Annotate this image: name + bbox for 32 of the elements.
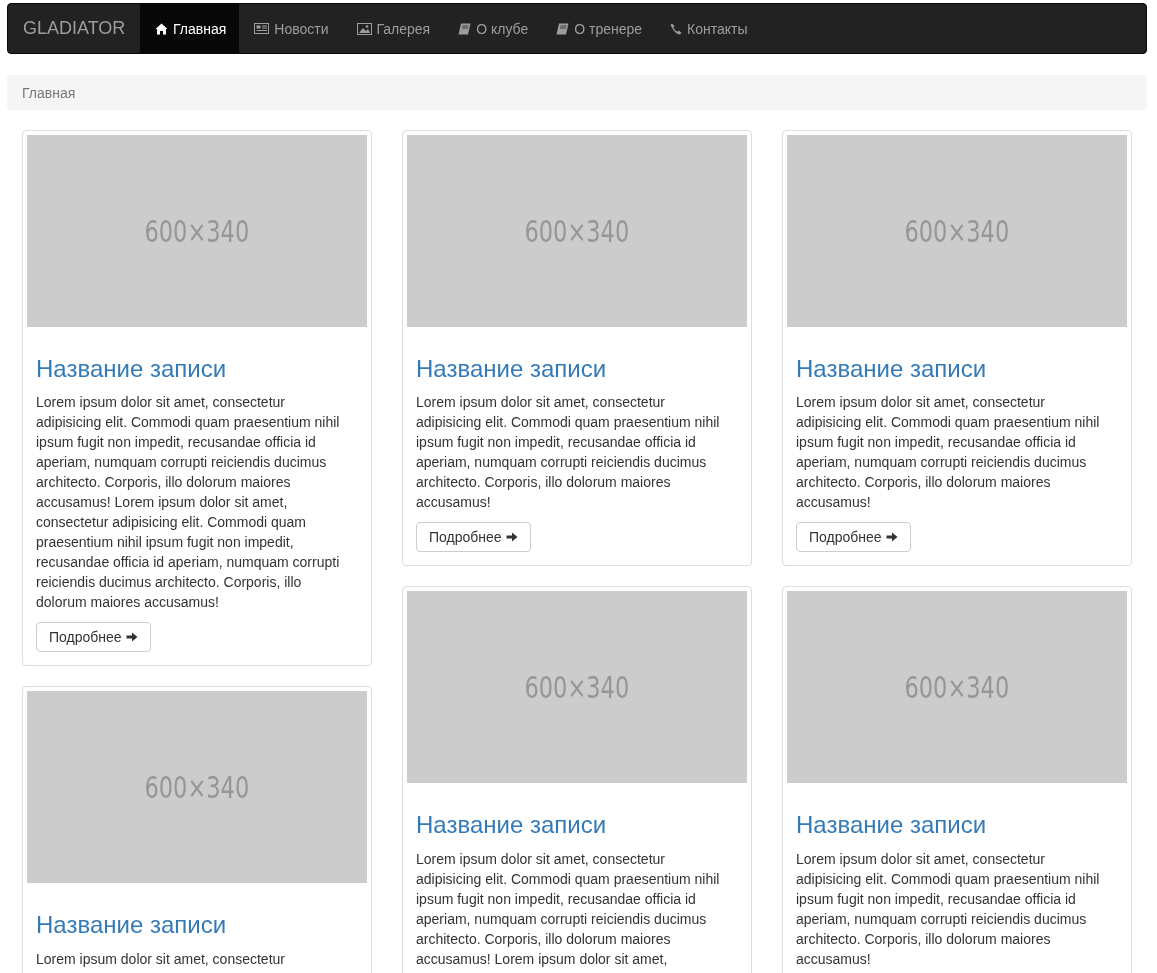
book-icon <box>458 22 472 35</box>
more-button[interactable]: Подробнее <box>36 622 151 653</box>
nav-link[interactable]: Новости <box>239 4 342 53</box>
post-title: Название записи <box>416 356 608 383</box>
post-text: Lorem ipsum dolor sit amet, consectetur adipisicing elit. Commodi quam praesentium nihil ipsum fugit non impedit, recusandae officia id aperiam, numquam corrupti reiciendis ducimus architecto. Corporis, illo dolorum maiores accusamus! <box>796 393 1101 513</box>
picture-icon <box>356 22 372 35</box>
arrow-right-icon <box>505 531 518 544</box>
nav-link[interactable]: О тренере <box>541 4 656 53</box>
post-title: Название записи <box>796 356 988 383</box>
nav-link[interactable]: О клубе <box>443 4 542 53</box>
post-title: Название записи <box>416 812 608 839</box>
more-button[interactable]: Подробнее <box>796 522 911 553</box>
breadcrumb-item: Главная <box>22 84 76 101</box>
nav-link[interactable]: Контакты <box>655 4 761 53</box>
phone-icon <box>670 22 683 35</box>
brand-link[interactable]: GLADIATOR <box>8 4 140 53</box>
more-button[interactable]: Подробнее <box>416 522 531 553</box>
post-text: Lorem ipsum dolor sit amet, consectetur adipisicing elit. Commodi quam praesentium nihil ipsum fugit non impedit, recusandae officia id aperiam, numquam corrupti reiciendis ducimus architecto. Corporis, illo dolorum maiores accusamus! Lorem ipsum dolor sit amet, consectetur adipisicing elit. Commodi quam praesentium nihil ipsum fugit non impedit, recusandae officia id aperiam, numquam corrupti reiciendis ducimus architecto. Corporis, illo dolorum maiores accusamus! <box>36 393 341 613</box>
post-text: Lorem ipsum dolor sit amet, consectetur adipisicing elit. Commodi quam praesentium nihil ipsum fugit non impedit, recusandae officia id aperiam, numquam corrupti reiciendis ducimus architecto. Corporis, illo dolorum maiores accusamus! Lorem ipsum dolor sit amet, <box>416 849 721 969</box>
home-icon <box>155 22 168 35</box>
post-text: Lorem ipsum dolor sit amet, consectetur <box>36 949 286 969</box>
post-title: Название записи <box>36 912 228 939</box>
arrow-right-icon <box>885 531 898 544</box>
arrow-right-icon <box>125 631 138 644</box>
newspaper-icon <box>254 23 270 34</box>
post-title: Название записи <box>36 356 228 383</box>
book-icon <box>556 22 570 35</box>
post-text: Lorem ipsum dolor sit amet, consectetur adipisicing elit. Commodi quam praesentium nihil ipsum fugit non impedit, recusandae officia id aperiam, numquam corrupti reiciendis ducimus architecto. Corporis, illo dolorum maiores accusamus! <box>416 393 721 513</box>
post-title: Название записи <box>796 812 988 839</box>
post-text: Lorem ipsum dolor sit amet, consectetur adipisicing elit. Commodi quam praesentium nihil ipsum fugit non impedit, recusandae officia id aperiam, numquam corrupti reiciendis ducimus architecto. Corporis, illo dolorum maiores accusamus! <box>796 849 1101 969</box>
nav-link[interactable]: Главная <box>140 4 240 53</box>
nav-link[interactable]: Галерея <box>341 4 444 53</box>
